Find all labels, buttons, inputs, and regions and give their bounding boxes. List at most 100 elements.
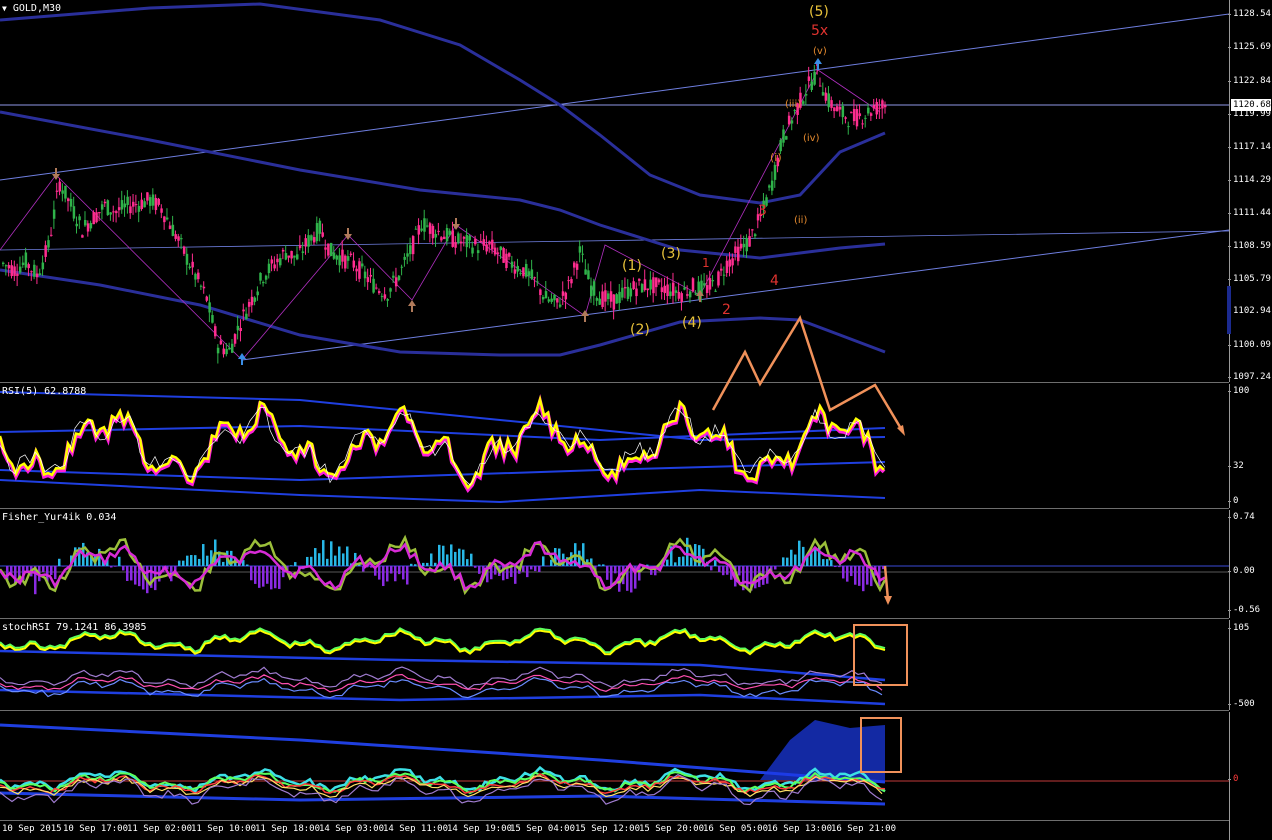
time-tick: 14 Sep 19:00 [447, 824, 513, 834]
candle-body [785, 136, 788, 140]
fisher-histogram-bar [686, 537, 689, 566]
candle-body [485, 244, 488, 252]
band-line-3 [0, 2, 886, 205]
candle-body [324, 247, 327, 250]
candle-body [86, 223, 90, 232]
stochrsi-label: stochRSI 79.1241 86.3985 [2, 622, 147, 633]
fisher-histogram-bar [782, 557, 785, 566]
fisher-histogram-bar [398, 566, 401, 575]
candle-body [67, 198, 70, 202]
stochrsi-band-2 [0, 688, 886, 706]
candle-body [168, 225, 172, 229]
wave-label-red-3: 3 [758, 203, 767, 219]
candle-body [638, 278, 641, 281]
time-tick: 15 Sep 20:00 [639, 824, 705, 834]
zigzag-line [0, 69, 881, 361]
price-tick: 1128.54 [1228, 9, 1271, 19]
candle-body [782, 129, 785, 143]
fractal-up-arrow-icon [814, 58, 822, 70]
fisher-histogram-bar [854, 566, 857, 585]
candle-body [338, 255, 341, 266]
price-tick: 1122.84 [1228, 76, 1271, 86]
candle-body [530, 269, 534, 279]
candle-body [751, 229, 754, 231]
candle-body [561, 291, 565, 296]
candle-body [646, 288, 650, 291]
rsi-tick: 100 [1227, 386, 1250, 396]
candle-body [392, 275, 395, 278]
fisher-histogram-bar [390, 566, 393, 574]
highlight-box-bottom [860, 717, 902, 773]
price-tick: 1105.79 [1228, 274, 1271, 284]
candle-body [304, 238, 307, 247]
fisher-histogram-bar [58, 558, 61, 566]
candle-body [810, 81, 813, 90]
candle-body [301, 251, 305, 253]
candle-body [609, 291, 613, 302]
candle-body [683, 287, 686, 290]
candle-body [595, 297, 599, 301]
fisher-histogram-bar [790, 549, 793, 566]
candle-body [852, 108, 856, 122]
price-tick: 1125.69 [1228, 42, 1271, 52]
candle-body [13, 266, 16, 276]
candle-body [406, 253, 409, 257]
fisher-histogram-bar [678, 556, 681, 566]
fisher-histogram-bar [190, 555, 193, 566]
candle-body [216, 347, 220, 354]
fisher-histogram-bar [726, 566, 729, 575]
candle-body [75, 223, 78, 227]
candle-body [451, 230, 454, 247]
candle-body [312, 237, 316, 243]
scroll-handle[interactable] [1227, 286, 1231, 334]
fisher-histogram-bar [378, 566, 381, 580]
candle-body [505, 253, 508, 268]
candle-body [703, 283, 706, 286]
fisher-histogram-bar [310, 556, 313, 566]
candle-body [742, 243, 746, 248]
time-tick: 14 Sep 11:00 [383, 824, 449, 834]
candle-body [344, 255, 347, 269]
candle-body [550, 298, 553, 302]
candle-body [847, 126, 850, 128]
candle-body [655, 277, 658, 288]
time-tick: 10 Sep 2015 [2, 824, 62, 834]
candle-body [83, 219, 87, 226]
candle-body [188, 266, 192, 268]
candle-body [236, 325, 240, 331]
fisher-histogram-bar [114, 566, 117, 567]
candle-body [69, 198, 73, 207]
candle-body [884, 105, 887, 108]
time-tick: 15 Sep 04:00 [510, 824, 576, 834]
candle-body [875, 101, 879, 115]
fisher-histogram-bar [850, 566, 853, 577]
candle-body [694, 293, 698, 295]
candle-body [253, 297, 257, 302]
candle-body [510, 261, 514, 268]
fisher-histogram-bar [198, 558, 201, 566]
candle-body [516, 265, 519, 272]
candle-body [296, 254, 299, 260]
candle-body [459, 241, 463, 244]
candle-body [375, 287, 378, 289]
wave-label-v: (v) [813, 46, 827, 57]
fisher-histogram-bar [346, 546, 349, 566]
fisher-histogram-bar [714, 560, 717, 566]
candle-body [590, 285, 593, 297]
candle-body [567, 280, 570, 282]
candle-body [618, 291, 621, 303]
stochrsi-band-1 [0, 649, 886, 682]
candle-body [27, 264, 30, 269]
collapse-triangle-icon[interactable]: ▼ [2, 4, 7, 13]
candle-body [855, 109, 859, 127]
candle-body [211, 315, 214, 323]
fisher-histogram-bar [266, 566, 269, 584]
fisher-histogram-bar [458, 548, 461, 566]
candle-body [652, 277, 655, 294]
candle-body [821, 92, 825, 96]
candle-body [818, 85, 822, 87]
fisher-histogram-bar [722, 566, 725, 576]
candle-body [386, 299, 389, 301]
candle-body [471, 247, 474, 254]
candle-body [861, 123, 864, 125]
